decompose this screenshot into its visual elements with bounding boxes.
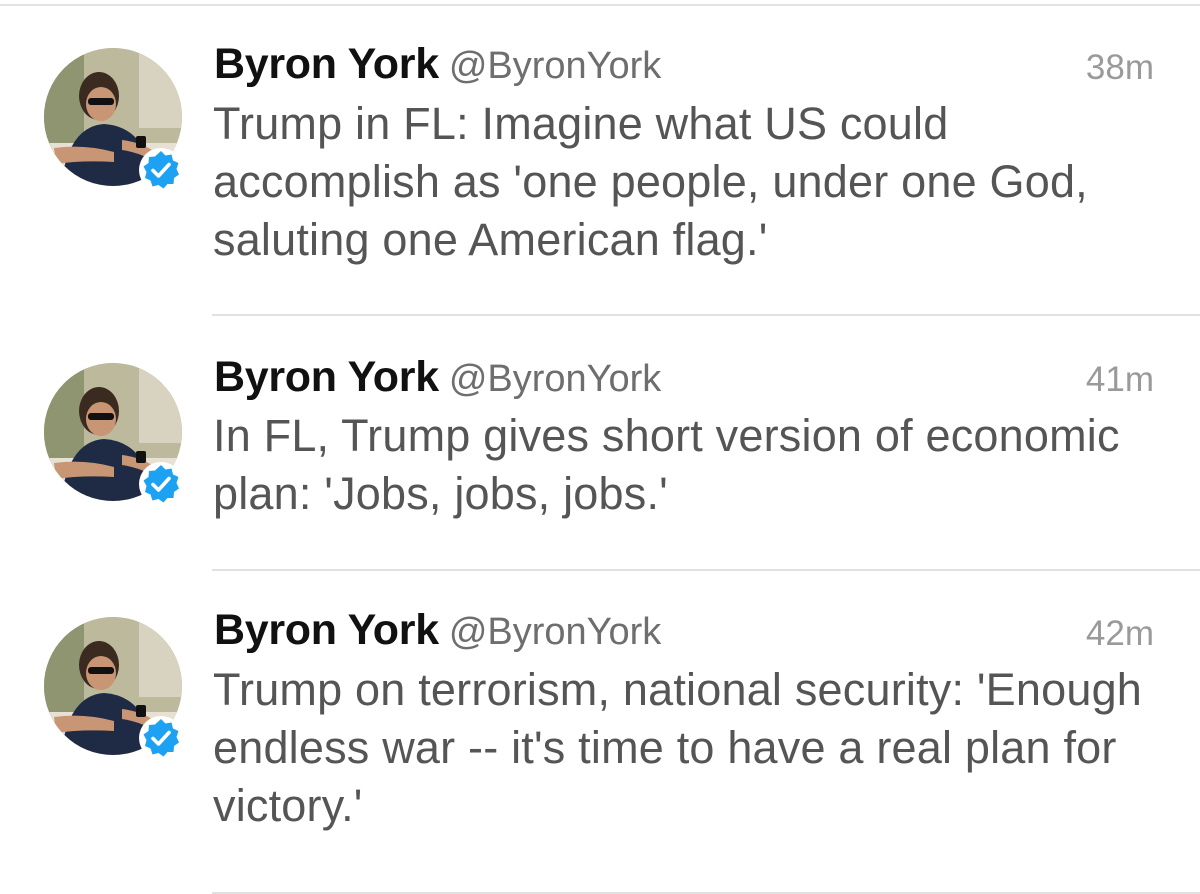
tweet-header: Byron York @ByronYork [214, 353, 661, 402]
tweet-text: In FL, Trump gives short version of econ… [213, 410, 1120, 519]
tweet-item[interactable]: Byron York @ByronYork 41m In FL, Trump gi… [0, 316, 1200, 571]
tweet-text: Trump on terrorism, national security: '… [213, 664, 1143, 831]
verified-badge-icon [138, 461, 184, 507]
verified-badge-icon [138, 147, 184, 193]
tweet-header: Byron York @ByronYork [214, 606, 661, 655]
tweet-item[interactable]: Byron York @ByronYork 38m Trump in FL: Im… [0, 0, 1200, 316]
tweet-text: Trump in FL: Imagine what US could accom… [213, 98, 1088, 265]
author-name[interactable]: Byron York [214, 606, 439, 654]
tweet-timestamp: 41m [1085, 360, 1154, 399]
author-handle[interactable]: @ByronYork [449, 358, 662, 400]
tweet-timestamp: 42m [1085, 614, 1154, 653]
author-handle[interactable]: @ByronYork [449, 611, 662, 653]
tweet-item[interactable]: Byron York @ByronYork 42m Trump on terror… [0, 571, 1200, 894]
author-name[interactable]: Byron York [214, 40, 439, 88]
tweet-header: Byron York @ByronYork [214, 40, 661, 89]
verified-badge-icon [138, 715, 184, 761]
tweet-timestamp: 38m [1085, 48, 1154, 87]
author-name[interactable]: Byron York [214, 353, 439, 401]
author-handle[interactable]: @ByronYork [449, 45, 662, 87]
